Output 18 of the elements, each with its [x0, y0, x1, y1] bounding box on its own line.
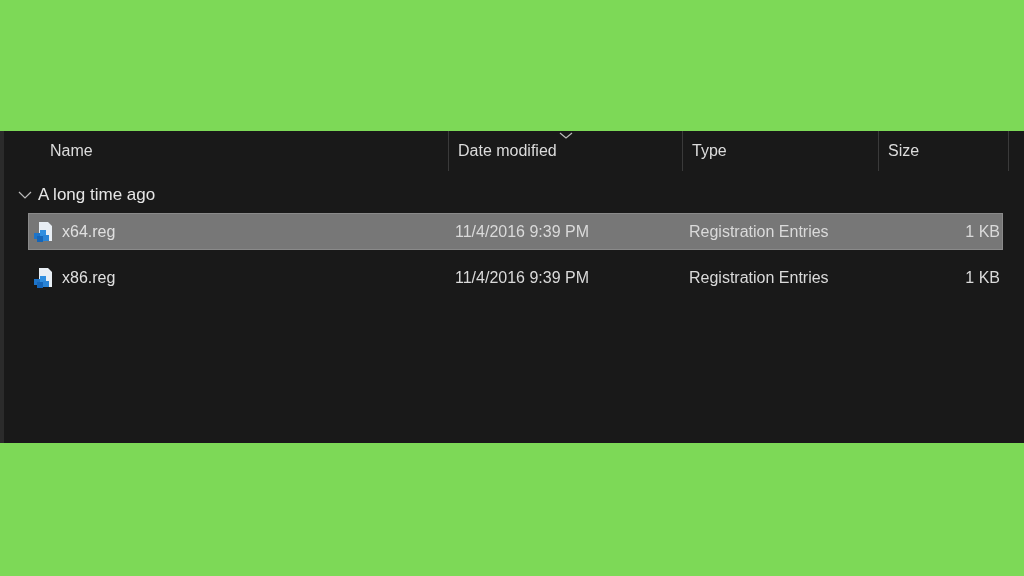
- file-type: Registration Entries: [688, 222, 830, 241]
- registry-file-icon: [33, 220, 53, 243]
- file-size: 1 KB: [964, 222, 1001, 241]
- group-label: A long time ago: [38, 185, 156, 205]
- column-header[interactable]: Date modified: [449, 131, 683, 171]
- sort-caret-icon: [559, 132, 573, 139]
- date-modified: 11/4/2016 9:39 PM: [454, 268, 591, 287]
- file-name: x64.reg: [62, 222, 116, 241]
- registry-file-icon: [33, 266, 53, 289]
- date-modified: 11/4/2016 9:39 PM: [454, 222, 591, 241]
- file-type: Registration Entries: [688, 268, 830, 287]
- file-size: 1 KB: [964, 268, 1001, 287]
- file-name: x86.reg: [62, 268, 116, 287]
- file-row[interactable]: x86.reg 11/4/2016 9:39 PM Registration Entries 1 KB: [28, 259, 1003, 296]
- column-header[interactable]: Type: [683, 131, 879, 171]
- column-header[interactable]: Size: [879, 131, 1009, 171]
- chevron-icon[interactable]: [18, 191, 32, 199]
- column-header[interactable]: Name: [28, 131, 449, 171]
